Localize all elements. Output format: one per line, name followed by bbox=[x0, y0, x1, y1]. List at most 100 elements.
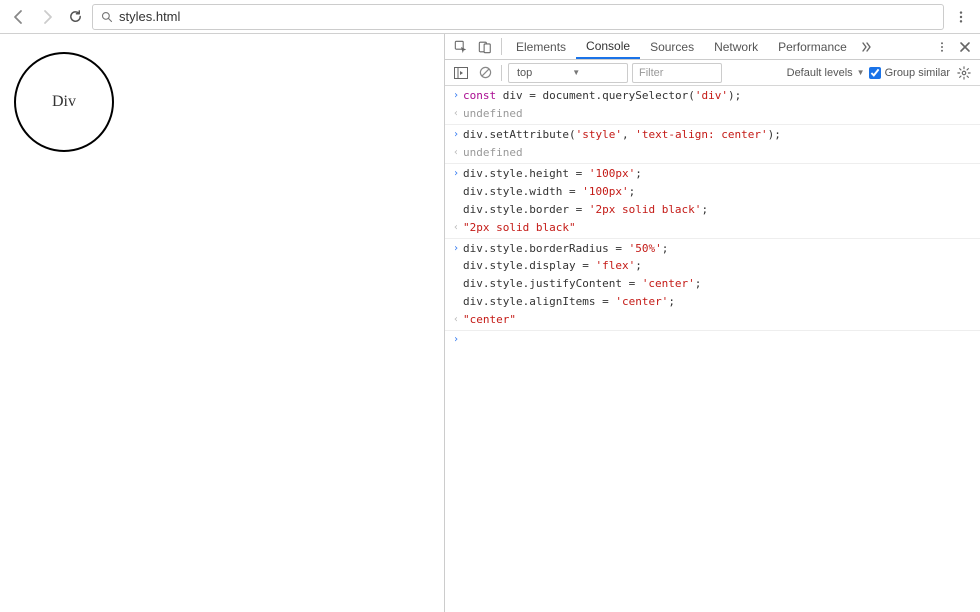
more-tabs-button[interactable] bbox=[857, 34, 877, 59]
code-text: div.style.display = 'flex'; bbox=[463, 258, 974, 274]
code-text: div.style.justifyContent = 'center'; bbox=[463, 276, 974, 292]
toolbar-separator bbox=[501, 65, 502, 81]
output-value: "center" bbox=[463, 312, 974, 328]
group-similar-input[interactable] bbox=[869, 67, 881, 79]
device-button[interactable] bbox=[473, 34, 497, 59]
console-output-line: ‹undefined bbox=[445, 105, 980, 123]
rendered-page: Div bbox=[0, 34, 444, 612]
code-text: div.style.width = '100px'; bbox=[463, 184, 974, 200]
code-text: div.style.height = '100px'; bbox=[463, 166, 974, 182]
input-continuation bbox=[449, 276, 463, 292]
console-sidebar-toggle[interactable] bbox=[451, 63, 471, 83]
console-input-line: div.style.justifyContent = 'center'; bbox=[445, 275, 980, 293]
console-settings-button[interactable] bbox=[954, 63, 974, 83]
back-button[interactable] bbox=[8, 6, 30, 28]
log-levels-label: Default levels bbox=[787, 67, 853, 79]
browser-toolbar: styles.html bbox=[0, 0, 980, 34]
console-input-line: ›div.style.borderRadius = '50%'; bbox=[445, 240, 980, 258]
kebab-icon bbox=[954, 10, 968, 24]
dropdown-icon: ▼ bbox=[857, 68, 865, 77]
output-value: "2px solid black" bbox=[463, 220, 974, 236]
console-prompt[interactable]: › bbox=[445, 331, 980, 347]
search-icon bbox=[101, 11, 113, 23]
input-chevron-icon: › bbox=[449, 127, 463, 143]
log-levels-dropdown[interactable]: Default levels ▼ bbox=[787, 67, 865, 79]
inspect-button[interactable] bbox=[449, 34, 473, 59]
output-chevron-icon: ‹ bbox=[449, 220, 463, 236]
tab-elements[interactable]: Elements bbox=[506, 34, 576, 59]
console-output-line: ‹undefined bbox=[445, 144, 980, 162]
input-continuation bbox=[449, 258, 463, 274]
browser-menu-button[interactable] bbox=[950, 6, 972, 28]
devtools-panel: ElementsConsoleSourcesNetworkPerformance… bbox=[444, 34, 980, 612]
demo-div-text: Div bbox=[52, 93, 76, 111]
input-chevron-icon: › bbox=[449, 241, 463, 257]
input-chevron-icon: › bbox=[449, 166, 463, 182]
console-output-line: ‹"center" bbox=[445, 311, 980, 329]
group-similar-checkbox[interactable]: Group similar bbox=[869, 67, 950, 79]
close-icon bbox=[959, 41, 971, 53]
devtools-tabbar: ElementsConsoleSourcesNetworkPerformance bbox=[445, 34, 980, 60]
forward-button[interactable] bbox=[36, 6, 58, 28]
tabbar-separator bbox=[501, 38, 502, 55]
input-continuation bbox=[449, 202, 463, 218]
tab-console[interactable]: Console bbox=[576, 34, 640, 59]
main-split: Div ElementsConsoleSourcesNetworkPerform… bbox=[0, 34, 980, 612]
console-output[interactable]: ›const div = document.querySelector('div… bbox=[445, 86, 980, 612]
output-chevron-icon: ‹ bbox=[449, 145, 463, 161]
context-dropdown[interactable]: top ▼ bbox=[508, 63, 628, 83]
tab-sources[interactable]: Sources bbox=[640, 34, 704, 59]
reload-icon bbox=[68, 9, 83, 24]
input-continuation bbox=[449, 184, 463, 200]
arrow-left-icon bbox=[11, 9, 27, 25]
reload-button[interactable] bbox=[64, 6, 86, 28]
output-chevron-icon: ‹ bbox=[449, 106, 463, 122]
console-input-line: ›div.style.height = '100px'; bbox=[445, 165, 980, 183]
dropdown-icon: ▼ bbox=[572, 68, 580, 77]
address-bar[interactable]: styles.html bbox=[92, 4, 944, 30]
clear-console-button[interactable] bbox=[475, 63, 495, 83]
output-chevron-icon: ‹ bbox=[449, 312, 463, 328]
console-output-line: ‹"2px solid black" bbox=[445, 219, 980, 237]
chevron-right-double-icon bbox=[862, 42, 872, 52]
code-text: div.setAttribute('style', 'text-align: c… bbox=[463, 127, 974, 143]
address-bar-text: styles.html bbox=[119, 9, 180, 24]
tab-performance[interactable]: Performance bbox=[768, 34, 857, 59]
devtools-tabs: ElementsConsoleSourcesNetworkPerformance bbox=[506, 34, 857, 59]
context-label: top bbox=[517, 67, 532, 79]
console-input-line: div.style.alignItems = 'center'; bbox=[445, 293, 980, 311]
sidebar-icon bbox=[454, 67, 468, 79]
console-toolbar: top ▼ Filter Default levels ▼ Group simi… bbox=[445, 60, 980, 86]
code-text: div.style.borderRadius = '50%'; bbox=[463, 241, 974, 257]
filter-input[interactable]: Filter bbox=[632, 63, 722, 83]
console-input-line: div.style.width = '100px'; bbox=[445, 183, 980, 201]
filter-placeholder: Filter bbox=[639, 67, 663, 79]
console-input-line: div.style.display = 'flex'; bbox=[445, 257, 980, 275]
devtools-close-button[interactable] bbox=[954, 34, 976, 59]
clear-icon bbox=[479, 66, 492, 79]
kebab-icon bbox=[936, 41, 948, 53]
prompt-chevron-icon: › bbox=[449, 333, 463, 345]
console-entry: ›div.style.height = '100px'; div.style.w… bbox=[445, 164, 980, 239]
gear-icon bbox=[957, 66, 971, 80]
output-value: undefined bbox=[463, 106, 974, 122]
input-continuation bbox=[449, 294, 463, 310]
console-input-line: div.style.border = '2px solid black'; bbox=[445, 201, 980, 219]
code-text: div.style.border = '2px solid black'; bbox=[463, 202, 974, 218]
output-value: undefined bbox=[463, 145, 974, 161]
console-entry: ›div.style.borderRadius = '50%'; div.sty… bbox=[445, 239, 980, 332]
tab-network[interactable]: Network bbox=[704, 34, 768, 59]
group-similar-label: Group similar bbox=[885, 67, 950, 79]
code-text: div.style.alignItems = 'center'; bbox=[463, 294, 974, 310]
inspect-icon bbox=[454, 40, 468, 54]
arrow-right-icon bbox=[39, 9, 55, 25]
console-entry: ›const div = document.querySelector('div… bbox=[445, 86, 980, 125]
devtools-menu-button[interactable] bbox=[930, 34, 954, 59]
input-chevron-icon: › bbox=[449, 88, 463, 104]
device-icon bbox=[478, 40, 492, 54]
console-input-line: ›const div = document.querySelector('div… bbox=[445, 87, 980, 105]
demo-div: Div bbox=[14, 52, 114, 152]
code-text: const div = document.querySelector('div'… bbox=[463, 88, 974, 104]
console-input-line: ›div.setAttribute('style', 'text-align: … bbox=[445, 126, 980, 144]
console-entry: ›div.setAttribute('style', 'text-align: … bbox=[445, 125, 980, 164]
